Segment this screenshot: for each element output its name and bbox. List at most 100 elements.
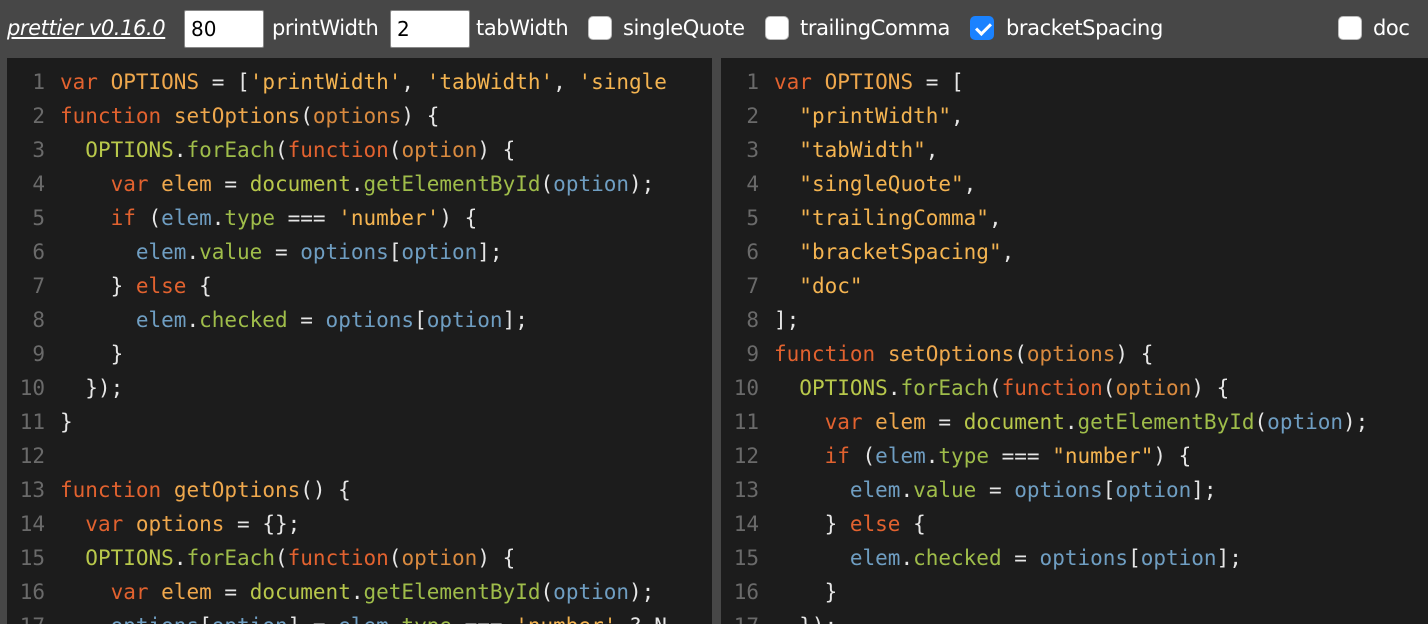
line-number: 8 xyxy=(32,308,45,332)
code-line: 9 function setOptions(options) { xyxy=(721,337,1153,371)
line-number: 3 xyxy=(746,138,759,162)
print-width-input[interactable]: 80 xyxy=(184,10,264,48)
code-token: ]; xyxy=(477,240,503,264)
code-line: 15 elem.checked = options[option]; xyxy=(721,541,1242,575)
doc-label: doc xyxy=(1373,16,1410,40)
code-token: } xyxy=(60,274,136,298)
code-token: === xyxy=(452,614,515,624)
code-text: var elem = document.getElementById(optio… xyxy=(774,405,1369,439)
code-line: 5 if (elem.type === 'number') { xyxy=(7,201,477,235)
line-number: 8 xyxy=(746,308,759,332)
bracket-spacing-checkbox[interactable] xyxy=(970,16,994,40)
print-width-label: printWidth xyxy=(272,16,379,40)
code-token: ] = xyxy=(288,614,339,624)
code-line: 16 } xyxy=(721,575,838,609)
code-token: "trailingComma" xyxy=(799,206,989,230)
code-line: 14 } else { xyxy=(721,507,926,541)
code-token: ( xyxy=(849,444,876,468)
code-token: checked xyxy=(199,308,288,332)
code-token: 'single xyxy=(578,70,667,94)
line-number: 10 xyxy=(733,376,759,400)
tab-width-input[interactable]: 2 xyxy=(390,10,470,48)
code-token: option xyxy=(401,240,478,264)
code-text: options[option] = elem.type === 'number'… xyxy=(60,609,667,624)
code-token: ( xyxy=(540,172,554,196)
code-text: var elem = document.getElementById(optio… xyxy=(60,575,655,609)
code-token: } xyxy=(774,512,850,536)
code-text: if (elem.type === 'number') { xyxy=(60,201,478,235)
code-token: var xyxy=(824,410,863,434)
code-token: } xyxy=(60,410,73,434)
code-token: option xyxy=(1115,478,1192,502)
single-quote-checkbox[interactable] xyxy=(588,16,612,40)
code-token: , xyxy=(963,172,977,196)
code-token: options xyxy=(300,240,389,264)
code-token: = [ xyxy=(199,70,250,94)
code-token: option xyxy=(1140,546,1217,570)
code-line: 9 } xyxy=(7,337,123,371)
code-token: option xyxy=(401,138,478,162)
code-token: setOptions xyxy=(173,104,301,128)
code-token: document xyxy=(249,172,351,196)
code-token: , xyxy=(553,70,579,94)
code-text: var elem = document.getElementById(optio… xyxy=(60,167,655,201)
code-token: var xyxy=(774,70,812,94)
code-token: . xyxy=(900,478,914,502)
code-token: OPTIONS xyxy=(85,546,174,570)
code-token: . xyxy=(350,580,364,604)
code-text: OPTIONS.forEach(function(option) { xyxy=(774,371,1229,405)
code-token: elem xyxy=(849,546,901,570)
code-line: 8]; xyxy=(721,303,799,337)
code-token: . xyxy=(186,240,200,264)
code-token: function xyxy=(287,546,389,570)
prettier-version-link[interactable]: prettier v0.16.0 xyxy=(7,16,166,40)
line-number: 6 xyxy=(746,240,759,264)
code-line: 3 "tabWidth", xyxy=(721,133,938,167)
code-text: } else { xyxy=(774,507,926,541)
code-line: 5 "trailingComma", xyxy=(721,201,1001,235)
code-token: elem xyxy=(135,240,187,264)
code-token: , xyxy=(925,138,939,162)
code-token: option xyxy=(553,172,630,196)
code-token: ( xyxy=(1102,376,1116,400)
code-line: 16 var elem = document.getElementById(op… xyxy=(7,575,655,609)
code-token: ); xyxy=(629,172,655,196)
code-token: "singleQuote" xyxy=(799,172,964,196)
code-token: = xyxy=(1001,546,1040,570)
line-number: 10 xyxy=(19,376,45,400)
code-line: 10 OPTIONS.forEach(function(option) { xyxy=(721,371,1230,405)
code-line: 4 "singleQuote", xyxy=(721,167,976,201)
code-token: option xyxy=(553,580,630,604)
code-token: var xyxy=(110,172,149,196)
line-number: 13 xyxy=(733,478,759,502)
code-token: options xyxy=(111,614,200,624)
doc-checkbox[interactable] xyxy=(1338,16,1362,40)
line-number: 11 xyxy=(733,410,759,434)
trailing-comma-checkbox[interactable] xyxy=(765,16,789,40)
code-line: 2 function setOptions(options) { xyxy=(7,99,439,133)
input-editor[interactable]: 1 var OPTIONS = ['printWidth', 'tabWidth'… xyxy=(7,58,712,624)
code-token: ) { xyxy=(401,104,440,128)
code-line: 11 var elem = document.getElementById(op… xyxy=(721,405,1369,439)
code-line: 15 OPTIONS.forEach(function(option) { xyxy=(7,541,516,575)
code-token: function xyxy=(60,104,162,128)
code-text: } else { xyxy=(60,269,212,303)
code-text: var OPTIONS = [ xyxy=(774,65,964,99)
code-token: option xyxy=(1115,376,1192,400)
code-token: . xyxy=(925,444,939,468)
code-token: value xyxy=(913,478,977,502)
code-token: ); xyxy=(629,580,655,604)
code-line: 3 OPTIONS.forEach(function(option) { xyxy=(7,133,515,167)
code-token: ) { xyxy=(477,546,516,570)
